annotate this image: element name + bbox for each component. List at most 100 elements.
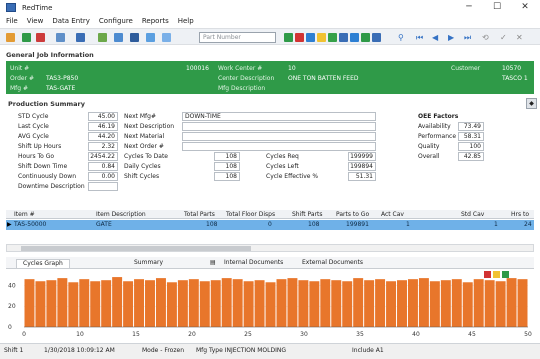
x-tick-label: 40	[412, 331, 420, 338]
col-hrs-to[interactable]: Hrs to	[511, 211, 529, 218]
first-record-icon[interactable]: ⏮	[416, 33, 423, 42]
col-total-parts[interactable]: Total Parts	[184, 211, 215, 218]
menu-configure[interactable]: Configure	[99, 17, 133, 25]
refresh-icon[interactable]: ⟲	[482, 33, 489, 42]
tab-summary[interactable]: Summary	[134, 259, 163, 267]
cell-act-cav[interactable]: 1	[406, 221, 410, 228]
red-status-icon[interactable]	[295, 33, 304, 42]
col-item[interactable]: Item #	[14, 211, 35, 218]
green-square-2-icon[interactable]	[361, 33, 370, 42]
status-bar: Shift 1 1/30/2018 10:09:12 AM Mode - Fro…	[0, 343, 540, 359]
cell-floor-disps[interactable]: 0	[268, 221, 272, 228]
cycle-bar	[221, 278, 232, 327]
blue-square-icon[interactable]	[339, 33, 348, 42]
cell-shift-parts[interactable]: 108	[308, 221, 319, 228]
scroll-thumb[interactable]	[21, 246, 251, 251]
menu-help[interactable]: Help	[178, 17, 194, 25]
col-act-cav[interactable]: Act Cav	[381, 211, 404, 218]
collapse-button[interactable]: ◆	[526, 98, 537, 109]
cycle-bar	[188, 279, 199, 327]
green-square-icon[interactable]	[328, 33, 337, 42]
cycle-bar	[210, 280, 221, 327]
summary-label: AVG Cycle	[18, 133, 49, 140]
horizontal-scrollbar[interactable]	[6, 244, 534, 252]
cycles-req-value: 199999	[348, 152, 376, 161]
window-icon[interactable]	[162, 33, 171, 42]
menu-reports[interactable]: Reports	[142, 17, 169, 25]
cycle-bar	[35, 281, 46, 327]
y-tick-label: 20	[8, 303, 16, 310]
cycles-req-value: 51.31	[348, 172, 376, 181]
mfg-description-label: Mfg Description	[218, 85, 266, 92]
cycle-bar	[232, 279, 243, 327]
delete-icon[interactable]	[36, 33, 45, 42]
document-icon: ▤	[210, 259, 216, 266]
menu-file[interactable]: File	[6, 17, 18, 25]
blue-square-3-icon[interactable]	[372, 33, 381, 42]
check-icon[interactable]: ✓	[500, 33, 507, 42]
green-status-icon[interactable]	[284, 33, 293, 42]
col-shift-parts[interactable]: Shift Parts	[292, 211, 323, 218]
maximize-button[interactable]: ☐	[484, 1, 510, 14]
cancel-icon[interactable]: ✕	[516, 33, 523, 42]
app-icon	[6, 3, 16, 12]
cell-parts-to-go[interactable]: 199891	[346, 221, 369, 228]
add-icon[interactable]	[22, 33, 31, 42]
cycles-value: 108	[214, 162, 240, 171]
menu-view[interactable]: View	[27, 17, 44, 25]
table-icon[interactable]	[130, 33, 139, 42]
cycle-bar	[112, 277, 123, 327]
menu-data-entry[interactable]: Data Entry	[52, 17, 90, 25]
binoculars-icon[interactable]: ⚲	[398, 33, 404, 42]
cycle-bar	[429, 281, 440, 327]
tab-external-documents[interactable]: External Documents	[302, 259, 363, 267]
tab-internal-documents[interactable]: Internal Documents	[224, 259, 283, 267]
open-icon[interactable]	[6, 33, 15, 42]
next-value	[182, 122, 376, 131]
oee-value: 73.49	[458, 122, 484, 131]
minimize-button[interactable]: ─	[456, 1, 482, 14]
col-floor-disps[interactable]: Total Floor Disps	[226, 211, 275, 218]
col-std-cav[interactable]: Std Cav	[461, 211, 484, 218]
col-description[interactable]: Item Description	[96, 211, 146, 218]
part-number-input[interactable]: Part Number	[199, 32, 276, 43]
oee-label: Performance	[418, 133, 457, 140]
summary-value: 2.32	[88, 142, 118, 151]
tab-cycles-graph[interactable]: Cycles Graph	[16, 259, 70, 268]
summary-label: Continuously Down	[18, 173, 77, 180]
mfg-value: TAS-GATE	[46, 85, 76, 92]
work-center-value: 10	[288, 65, 296, 72]
grid-icon[interactable]	[56, 33, 65, 42]
close-button[interactable]: ✕	[512, 1, 538, 14]
calendar-icon[interactable]	[146, 33, 155, 42]
cell-total-parts[interactable]: 108	[206, 221, 217, 228]
blue-status-icon[interactable]	[306, 33, 315, 42]
cell-std-cav[interactable]: 1	[494, 221, 498, 228]
cell-description[interactable]: GATE	[96, 221, 112, 228]
yellow-status-icon[interactable]	[317, 33, 326, 42]
cycle-bar	[276, 279, 287, 327]
previous-record-icon[interactable]: ◀	[432, 33, 438, 42]
blue-square-2-icon[interactable]	[350, 33, 359, 42]
chart-icon[interactable]	[98, 33, 107, 42]
col-parts-to-go[interactable]: Parts to Go	[336, 211, 369, 218]
work-center-label: Work Center #	[218, 65, 263, 72]
center-description-value: ONE TON BATTEN FEED	[288, 75, 359, 82]
toolbar: Part Number ⚲ ⏮ ◀ ▶ ⏭ ⟲ ✓ ✕	[0, 28, 540, 45]
customer-value: 10570	[502, 65, 522, 72]
cycle-bar	[46, 280, 57, 327]
cycle-bar	[320, 279, 331, 327]
next-record-icon[interactable]: ▶	[448, 33, 454, 42]
summary-label: Last Cycle	[18, 123, 49, 130]
next-label: Next Order #	[124, 143, 164, 150]
print-icon[interactable]	[76, 33, 85, 42]
cell-item[interactable]: TAS-50000	[14, 221, 46, 228]
cycles-chart: 40 20 0 0 10 15 20 25 30 35 40 45 50	[6, 269, 534, 341]
report-icon[interactable]	[114, 33, 123, 42]
cycle-bar	[254, 280, 265, 327]
table-row[interactable]: ▶ TAS-50000 GATE 108 0 108 199891 1 1 24	[6, 220, 534, 230]
x-tick-label: 50	[524, 331, 532, 338]
last-record-icon[interactable]: ⏭	[464, 33, 471, 42]
cycle-bar	[462, 282, 473, 327]
cell-hrs-to[interactable]: 24	[524, 221, 532, 228]
